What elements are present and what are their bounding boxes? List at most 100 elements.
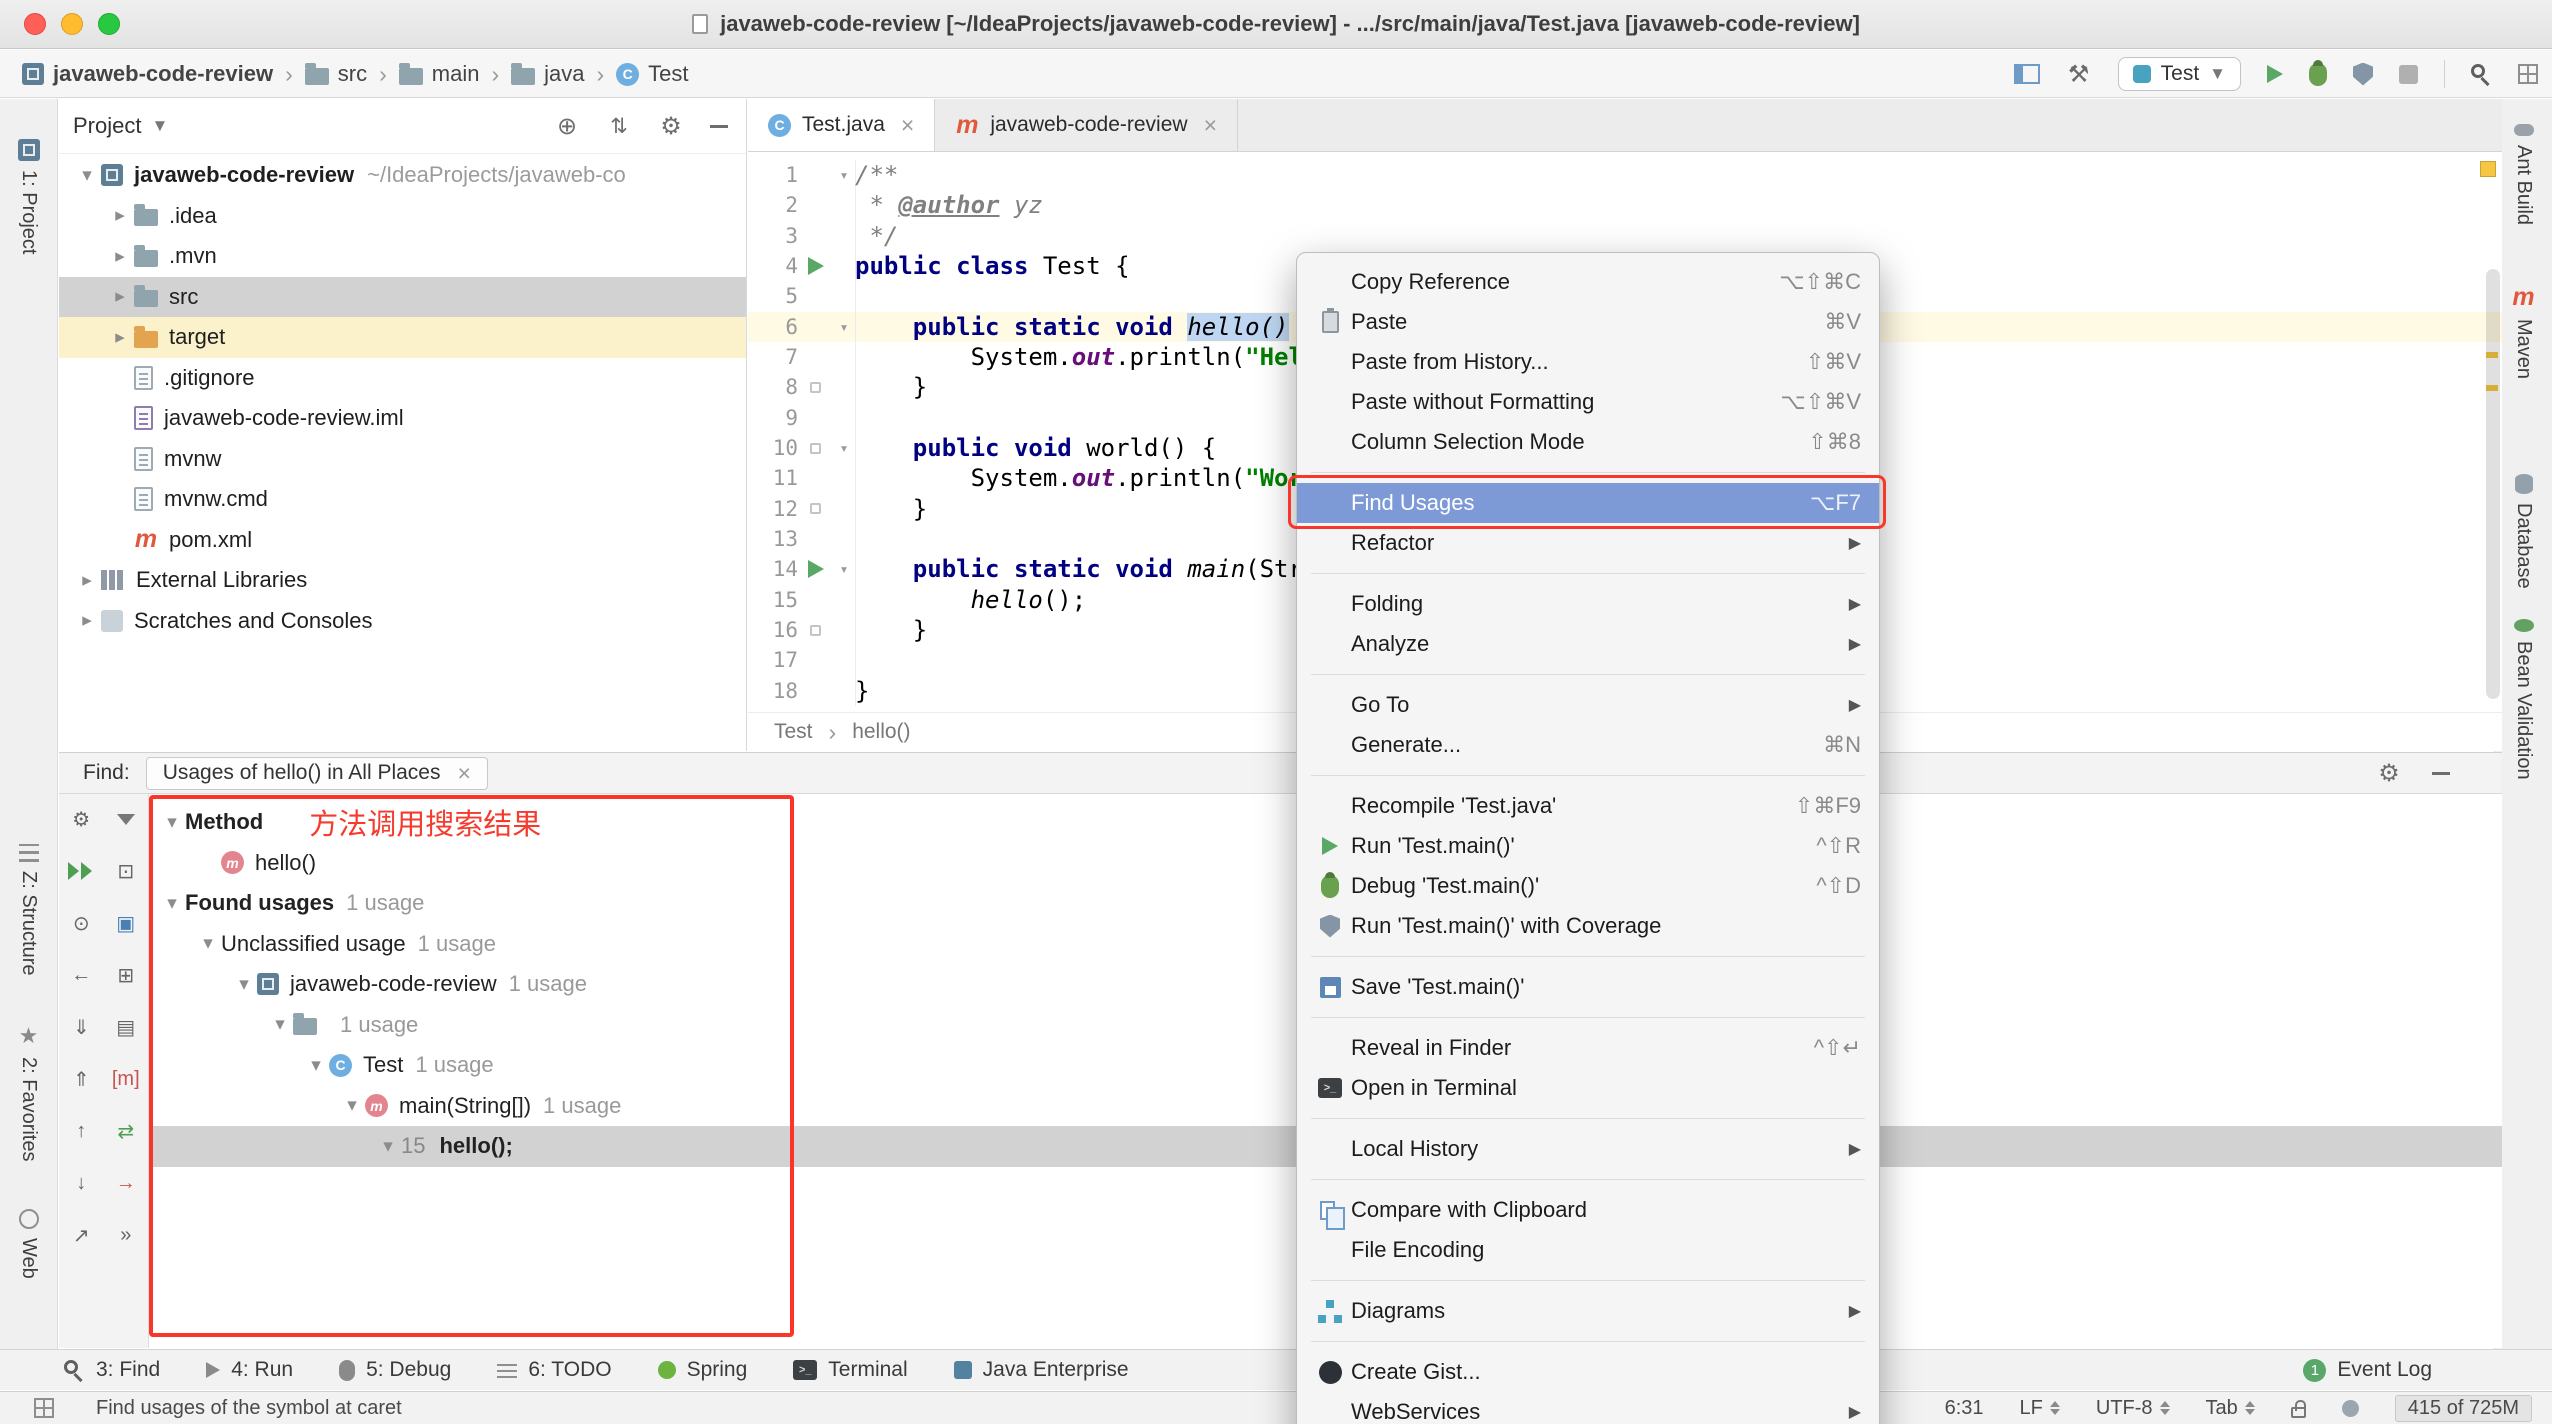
menu-item-open-in-terminal[interactable]: Open in Terminal bbox=[1297, 1068, 1879, 1108]
group-by-icon[interactable]: ⊞ bbox=[112, 962, 140, 988]
chevron-right-icon[interactable]: ▸ bbox=[106, 326, 134, 349]
toolwindow-button-web[interactable]: Web bbox=[0, 1209, 57, 1279]
menu-item-paste-without-formatting[interactable]: Paste without Formatting⌥⇧⌘V bbox=[1297, 382, 1879, 422]
breadcrumb-src[interactable]: src bbox=[305, 61, 367, 87]
code-line-1[interactable]: 1▾/** bbox=[748, 160, 2502, 190]
chevron-right-icon[interactable]: ▸ bbox=[106, 204, 134, 227]
chevron-down-icon[interactable]: ▾ bbox=[231, 973, 257, 996]
tool-windows-icon[interactable] bbox=[2518, 64, 2538, 84]
breadcrumb-test[interactable]: Test bbox=[616, 61, 688, 87]
collapse-all-icon[interactable]: ⇑ bbox=[67, 1066, 95, 1092]
menu-item-paste[interactable]: Paste⌘V bbox=[1297, 302, 1879, 342]
search-everywhere-icon[interactable] bbox=[2471, 64, 2485, 78]
project-tree-item-mvnw[interactable]: mvnw bbox=[59, 439, 746, 480]
project-tree-item-src[interactable]: ▸src bbox=[59, 277, 746, 318]
toolwindow-button-z-structure[interactable]: Z: Structure bbox=[0, 844, 57, 975]
toolwindow-button-java-enterprise[interactable]: Java Enterprise bbox=[954, 1358, 1129, 1382]
stop-button[interactable] bbox=[2399, 65, 2418, 84]
expand-all-icon[interactable]: ⇓ bbox=[67, 1014, 95, 1040]
toolwindow-button-maven[interactable]: Maven bbox=[2495, 284, 2552, 379]
project-tree-item-javaweb-code-review[interactable]: ▾javaweb-code-review~/IdeaProjects/javaw… bbox=[59, 155, 746, 196]
inspection-indicator[interactable] bbox=[2480, 161, 2496, 177]
settings-icon[interactable]: ⚙ bbox=[67, 806, 95, 832]
chevron-right-icon[interactable]: ▸ bbox=[106, 285, 134, 308]
rerun-icon[interactable] bbox=[67, 858, 95, 884]
chevron-right-icon[interactable]: ▸ bbox=[106, 245, 134, 268]
project-tree-item-mvn[interactable]: ▸.mvn bbox=[59, 236, 746, 277]
debug-button[interactable] bbox=[2309, 63, 2327, 86]
menu-item-webservices[interactable]: WebServices▶ bbox=[1297, 1392, 1879, 1424]
find-results-tab[interactable]: Usages of hello() in All Places × bbox=[146, 757, 488, 790]
build-hammer-icon[interactable] bbox=[2066, 61, 2092, 87]
gear-icon[interactable] bbox=[2376, 760, 2402, 786]
menu-item-file-encoding[interactable]: File Encoding bbox=[1297, 1230, 1879, 1270]
menu-item-recompile-test-java[interactable]: Recompile 'Test.java'⇧⌘F9 bbox=[1297, 786, 1879, 826]
chevron-down-icon[interactable]: ▾ bbox=[159, 811, 185, 834]
toolwindow-button-2-favorites[interactable]: 2: Favorites bbox=[0, 1024, 57, 1161]
back-icon[interactable]: ← bbox=[67, 962, 95, 988]
export-icon[interactable]: → bbox=[112, 1170, 140, 1196]
fold-chevron-icon[interactable]: ▾ bbox=[833, 554, 856, 584]
code-line-3[interactable]: 3 */ bbox=[748, 221, 2502, 251]
toolwindow-button-database[interactable]: Database bbox=[2495, 474, 2552, 589]
memory-indicator[interactable]: 415 of 725M bbox=[2395, 1395, 2532, 1422]
collapse-all-icon[interactable] bbox=[606, 113, 632, 139]
autoscroll-to-source-icon[interactable]: ⇄ bbox=[112, 1118, 140, 1144]
chevron-down-icon[interactable]: ▾ bbox=[303, 1054, 329, 1077]
project-tree-item-gitignore[interactable]: .gitignore bbox=[59, 358, 746, 399]
menu-item-column-selection-mode[interactable]: Column Selection Mode⇧⌘8 bbox=[1297, 422, 1879, 462]
editor-scrollbar[interactable] bbox=[2486, 269, 2500, 699]
chevron-down-icon[interactable]: ▼ bbox=[151, 116, 168, 136]
view-options-icon[interactable]: ▤ bbox=[112, 1014, 140, 1040]
menu-item-diagrams[interactable]: Diagrams▶ bbox=[1297, 1291, 1879, 1331]
chevron-down-icon[interactable]: ▾ bbox=[195, 932, 221, 955]
chevron-down-icon[interactable]: ▾ bbox=[73, 164, 101, 187]
menu-item-analyze[interactable]: Analyze▶ bbox=[1297, 624, 1879, 664]
filter-icon[interactable] bbox=[112, 806, 140, 832]
menu-item-compare-with-clipboard[interactable]: Compare with Clipboard bbox=[1297, 1190, 1879, 1230]
gear-icon[interactable] bbox=[658, 113, 684, 139]
toolwindow-button-1-project[interactable]: 1: Project bbox=[0, 139, 57, 254]
menu-item-run-test-main[interactable]: Run 'Test.main()'^⇧R bbox=[1297, 826, 1879, 866]
more-options-icon[interactable]: » bbox=[112, 1222, 140, 1248]
filter-methods-icon[interactable]: [m] bbox=[112, 1066, 140, 1092]
hide-panel-icon[interactable] bbox=[2432, 772, 2450, 775]
breadcrumb-main[interactable]: main bbox=[399, 61, 480, 87]
menu-item-create-gist[interactable]: Create Gist... bbox=[1297, 1352, 1879, 1392]
menu-item-go-to[interactable]: Go To▶ bbox=[1297, 685, 1879, 725]
float-window-icon[interactable]: ↗ bbox=[67, 1222, 95, 1248]
project-tree-item-javaweb-code-review-iml[interactable]: javaweb-code-review.iml bbox=[59, 398, 746, 439]
project-tree-item-target[interactable]: ▸target bbox=[59, 317, 746, 358]
menu-item-run-test-main-with-coverage[interactable]: Run 'Test.main()' with Coverage bbox=[1297, 906, 1879, 946]
menu-item-find-usages[interactable]: Find Usages⌥F7 bbox=[1297, 483, 1879, 523]
chevron-down-icon[interactable]: ▾ bbox=[159, 892, 185, 915]
preview-usages-icon[interactable]: ▣ bbox=[112, 910, 140, 936]
encoding-select[interactable]: UTF-8 bbox=[2096, 1397, 2170, 1420]
toolwindow-button-3-find[interactable]: 3: Find bbox=[64, 1358, 160, 1382]
menu-item-local-history[interactable]: Local History▶ bbox=[1297, 1129, 1879, 1169]
play-icon[interactable] bbox=[808, 560, 824, 578]
editor-tab-test-java[interactable]: Test.java× bbox=[748, 99, 935, 151]
toolwindow-button-ant-build[interactable]: Ant Build bbox=[2495, 124, 2552, 225]
fold-chevron-icon[interactable]: ▾ bbox=[833, 160, 856, 190]
project-tree-item-external-libraries[interactable]: ▸External Libraries bbox=[59, 560, 746, 601]
play-icon[interactable] bbox=[808, 257, 824, 275]
project-tree-item-mvnw-cmd[interactable]: mvnw.cmd bbox=[59, 479, 746, 520]
chevron-right-icon[interactable]: ▸ bbox=[73, 569, 101, 592]
event-log-button[interactable]: 1Event Log bbox=[2303, 1358, 2432, 1382]
run-configuration-select[interactable]: Test ▼ bbox=[2118, 57, 2241, 91]
code-line-2[interactable]: 2 * @author yz bbox=[748, 190, 2502, 220]
fold-chevron-icon[interactable]: ▾ bbox=[833, 433, 856, 463]
breadcrumb-javaweb-code-review[interactable]: javaweb-code-review bbox=[22, 61, 273, 87]
next-occurrence-icon[interactable]: ↓ bbox=[67, 1170, 95, 1196]
toolwindow-button-bean-validation[interactable]: Bean Validation bbox=[2495, 619, 2552, 780]
expand-regex-icon[interactable]: ⊡ bbox=[112, 858, 140, 884]
toolwindow-button-terminal[interactable]: Terminal bbox=[793, 1358, 907, 1382]
menu-item-refactor[interactable]: Refactor▶ bbox=[1297, 523, 1879, 563]
locate-file-icon[interactable] bbox=[554, 113, 580, 139]
menu-item-paste-from-history[interactable]: Paste from History...⇧⌘V bbox=[1297, 342, 1879, 382]
breadcrumb-java[interactable]: java bbox=[511, 61, 584, 87]
project-tree-item-idea[interactable]: ▸.idea bbox=[59, 196, 746, 237]
close-tab-icon[interactable]: × bbox=[901, 112, 914, 139]
lock-icon[interactable] bbox=[2291, 1407, 2306, 1418]
